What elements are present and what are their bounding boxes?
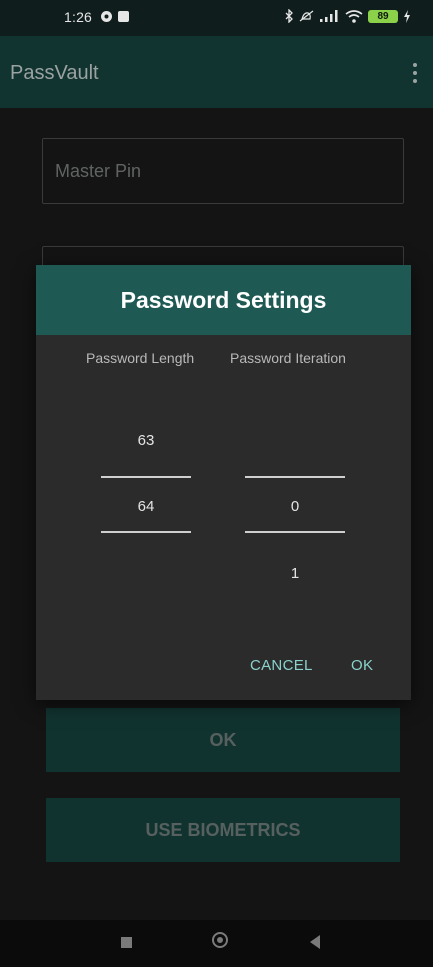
iteration-value-selected[interactable]: 0 (250, 498, 340, 515)
password-length-label: Password Length (86, 350, 195, 366)
dialog-header: Password Settings (36, 265, 411, 335)
app-title: PassVault (10, 62, 99, 84)
cancel-button[interactable]: CANCEL (250, 657, 313, 674)
bluetooth-icon (285, 9, 293, 23)
charging-icon (404, 9, 410, 23)
iteration-picker-divider-top (245, 476, 345, 478)
home-icon[interactable] (212, 932, 228, 948)
password-iteration-label: Password Iteration (230, 350, 346, 366)
status-time: 1:26 (64, 9, 93, 25)
vpn-key-icon (101, 11, 112, 22)
back-icon[interactable] (310, 935, 320, 949)
ok-button[interactable]: OK (46, 708, 400, 772)
password-settings-dialog: Password Settings Password Length Passwo… (36, 265, 411, 700)
app-bar: PassVault (0, 36, 433, 108)
length-value-above[interactable]: 63 (101, 432, 191, 449)
wifi-icon (345, 9, 363, 23)
notification-icon (118, 11, 129, 22)
mute-icon (299, 10, 314, 22)
battery-icon: 89 (368, 9, 398, 23)
iteration-value-below[interactable]: 1 (250, 565, 340, 582)
iteration-picker-divider-bottom (245, 531, 345, 533)
use-biometrics-button[interactable]: USE BIOMETRICS (46, 798, 400, 862)
recents-icon[interactable] (121, 937, 132, 948)
dialog-ok-button[interactable]: OK (351, 657, 373, 674)
screen: 1:26 89 PassVault Master Pin OK USE BIOM… (0, 0, 433, 967)
master-pin-field[interactable]: Master Pin (42, 138, 404, 204)
master-pin-placeholder: Master Pin (55, 161, 142, 181)
length-picker-divider-top (101, 476, 191, 478)
length-picker-divider-bottom (101, 531, 191, 533)
dialog-title: Password Settings (120, 286, 327, 313)
navigation-bar (0, 920, 433, 967)
length-value-selected[interactable]: 64 (101, 498, 191, 515)
signal-icon (320, 10, 338, 22)
status-bar: 1:26 89 (0, 0, 433, 36)
overflow-menu-icon[interactable] (405, 61, 425, 85)
